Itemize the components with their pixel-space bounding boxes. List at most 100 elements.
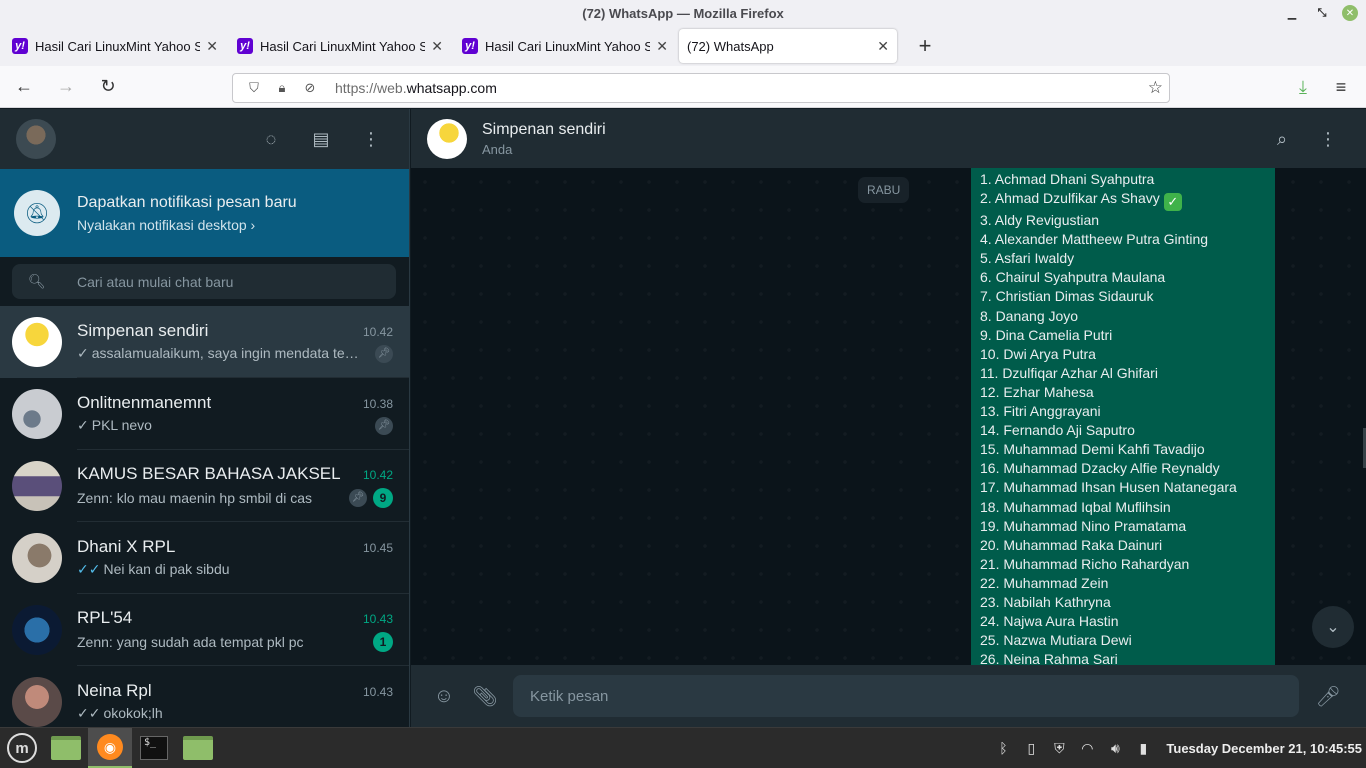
firefox-launcher[interactable]: ◉ (88, 728, 132, 768)
message-line: 9. Dina Camelia Putri (980, 326, 1113, 343)
scroll-down-icon[interactable]: ⌄ (1312, 606, 1354, 648)
new-tab-icon[interactable]: + (910, 33, 940, 59)
url-bar[interactable]: ⛉ 🔒︎ ⊘ https://web.whatsapp.com ☆ (232, 73, 1170, 103)
message-area: RABU 1. Achmad Dhani Syahputra 2. Ahmad D… (411, 168, 1366, 665)
firefox-icon: ◉ (97, 734, 123, 760)
search-input[interactable]: 🔍︎ Cari atau mulai chat baru (12, 264, 396, 299)
conversation-header[interactable]: Simpenan sendiri Anda ⌕ ⋮ (411, 109, 1366, 168)
message-line: 13. Fitri Anggrayani (980, 403, 1101, 420)
chat-name: RPL'54 (77, 607, 133, 627)
tab-label: Hasil Cari LinuxMint Yahoo Search Result… (260, 38, 426, 54)
new-chat-icon[interactable]: ▤ (309, 127, 333, 151)
message-bubble[interactable]: 1. Achmad Dhani Syahputra 2. Ahmad Dzulfi… (971, 168, 1275, 665)
chat-name: Simpenan sendiri (77, 320, 209, 340)
emoji-icon[interactable]: ☺ (431, 683, 457, 709)
bookmark-star-icon[interactable]: ☆ (1148, 78, 1163, 98)
download-icon[interactable]: ⤓ (1288, 77, 1318, 98)
terminal-launcher[interactable]: $_ (132, 728, 176, 768)
chat-name: Onlitnenmanemnt (77, 392, 212, 412)
chat-item-rpl54[interactable]: RPL'54 10.43 Zenn: yang sudah ada tempat … (0, 594, 409, 666)
shield-update-icon[interactable]: ⛨ (1050, 740, 1068, 757)
message-line: 4. Alexander Mattheew Putra Ginting (980, 231, 1209, 248)
microphone-icon[interactable]: 🎤︎ (1316, 684, 1341, 709)
tab-yahoo-1[interactable]: y! Hasil Cari LinuxMint Yahoo Search Res… (4, 29, 226, 63)
file-manager-window[interactable] (176, 728, 220, 768)
close-window-icon[interactable]: ✕ (1342, 5, 1358, 21)
close-tab-icon[interactable]: ✕ (431, 38, 443, 55)
attach-icon[interactable]: 📎︎ (472, 683, 498, 709)
search-bar: 🔍︎ Cari atau mulai chat baru (0, 257, 409, 306)
tab-yahoo-3[interactable]: y! Hasil Cari LinuxMint Yahoo Search Res… (454, 29, 676, 63)
message-line: 18. Muhammad Iqbal Muflihsin (980, 498, 1171, 515)
chat-item-onlitnenmanemnt[interactable]: Onlitnenmanemnt 10.38 ✓ PKL nevo 📌︎ (0, 378, 409, 450)
lock-icon[interactable]: 🔒︎ (271, 80, 293, 96)
tab-whatsapp[interactable]: 72 (72) WhatsApp ✕ (679, 29, 897, 154)
files-launcher[interactable] (44, 728, 88, 768)
battery-icon[interactable]: ▮ (1134, 740, 1152, 757)
chat-avatar (12, 533, 62, 583)
message-input[interactable]: Ketik pesan (513, 675, 1299, 717)
maximize-icon[interactable]: ⤡ (1312, 3, 1332, 23)
conversation-avatar[interactable] (427, 118, 467, 159)
chat-time: 10.42 (362, 467, 393, 482)
minimize-icon[interactable]: ▁ (1282, 3, 1302, 23)
notification-title: Dapatkan notifikasi pesan baru (77, 193, 297, 211)
check-mark-icon: ✓ (1163, 193, 1182, 212)
menu-icon[interactable]: ≡ (1326, 77, 1356, 98)
volume-icon[interactable]: 🔊︎ (1106, 740, 1124, 757)
chat-sidebar: ◌ ▤ ⋮ 🔕︎ Dapatkan notifikasi pesan baru … (0, 109, 410, 727)
clipboard-icon[interactable]: ▯ (1022, 740, 1040, 757)
conversation-menu-icon[interactable]: ⋮ (1316, 127, 1340, 151)
more-options-icon[interactable]: ⋮ (359, 127, 383, 151)
notification-banner[interactable]: 🔕︎ Dapatkan notifikasi pesan baru Nyalak… (0, 169, 409, 257)
chat-item-neina-rpl[interactable]: Neina Rpl 10.43 ✓✓ okokok;lh (0, 666, 409, 727)
compose-bar: ☺ 📎︎ Ketik pesan 🎤︎ (411, 665, 1366, 727)
chat-item-kamus-besar-bahasa-jaksel[interactable]: KAMUS BESAR BAHASA JAKSEL 10.42 Zenn: klo… (0, 450, 409, 522)
tab-yahoo-2[interactable]: y! Hasil Cari LinuxMint Yahoo Search Res… (229, 29, 451, 63)
toolbar-right: ⤓ ≡ (1288, 66, 1366, 108)
chat-name: Neina Rpl (77, 681, 152, 700)
close-tab-icon[interactable]: ✕ (656, 38, 668, 55)
folder-icon (51, 736, 81, 760)
close-tab-icon[interactable]: ✕ (206, 38, 218, 55)
forward-icon[interactable]: → (48, 71, 84, 103)
chat-time: 10.42 (362, 324, 393, 339)
yahoo-favicon-icon: y! (237, 38, 253, 54)
message-line: 24. Najwa Aura Hastin (980, 613, 1119, 630)
pin-icon: 📌︎ (375, 344, 393, 363)
chat-item-simpenan-sendiri[interactable]: Simpenan sendiri 10.42 ✓ assalamualaikum, … (0, 306, 409, 378)
status-icon[interactable]: ◌ (259, 127, 283, 151)
message-line: 25. Nazwa Mutiara Dewi (980, 632, 1132, 649)
tab-label: Hasil Cari LinuxMint Yahoo Search Result… (485, 38, 651, 54)
conversation-header-icons: ⌕ ⋮ (1270, 127, 1340, 151)
sent-tick-icon: ✓ (77, 417, 89, 433)
sent-tick-icon: ✓ (77, 345, 89, 361)
unread-badge: 1 (373, 631, 393, 652)
chat-name: Dhani X RPL (77, 537, 176, 556)
sidebar-header: ◌ ▤ ⋮ (0, 109, 409, 169)
avatar[interactable] (16, 119, 56, 159)
system-tray: ᛒ ▯ ⛨ ◠ 🔊︎ ▮ Tuesday December 21, 10:45:… (994, 728, 1362, 768)
tab-strip: y! Hasil Cari LinuxMint Yahoo Search Res… (0, 26, 1366, 154)
url-text[interactable]: https://web.whatsapp.com (335, 80, 497, 96)
bluetooth-icon[interactable]: ᛒ (994, 740, 1012, 756)
conversation-subtitle: Anda (482, 141, 513, 157)
sidebar-header-icons: ◌ ▤ ⋮ (259, 127, 383, 151)
taskbar: m ◉ $_ ᛒ ▯ ⛨ ◠ 🔊︎ ▮ Tuesday December 21,… (0, 727, 1366, 768)
bell-off-icon: 🔕︎ (14, 190, 60, 236)
conversation-panel: Simpenan sendiri Anda ⌕ ⋮ RABU 1. Achmad… (411, 109, 1366, 727)
close-tab-icon[interactable]: ✕ (877, 38, 889, 55)
shield-icon[interactable]: ⛉ (243, 80, 265, 96)
unread-badge: 9 (373, 487, 393, 508)
notification-link[interactable]: Nyalakan notifikasi desktop › (77, 217, 297, 233)
search-messages-icon[interactable]: ⌕ (1270, 127, 1294, 151)
mint-menu-button[interactable]: m (0, 728, 44, 768)
reload-icon[interactable]: ↻ (90, 71, 126, 103)
chat-name: KAMUS BESAR BAHASA JAKSEL (77, 463, 341, 483)
wifi-icon[interactable]: ◠ (1078, 740, 1096, 757)
chat-preview: assalamualaikum, saya ingin mendata te… (91, 345, 359, 361)
clock[interactable]: Tuesday December 21, 10:45:55 (1166, 741, 1362, 756)
chat-item-dhani-x-rpl[interactable]: Dhani X RPL 10.45 ✓✓ Nei kan di pak sibdu (0, 522, 409, 594)
back-icon[interactable]: ← (6, 71, 42, 103)
permissions-icon[interactable]: ⊘ (299, 80, 321, 96)
